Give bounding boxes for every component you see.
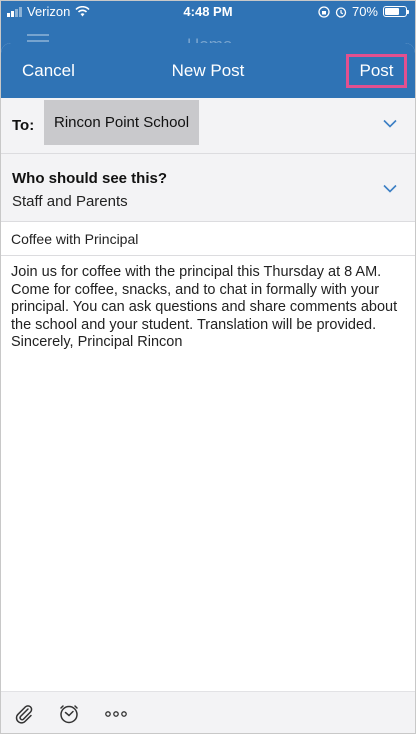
audience-row[interactable]: Who should see this? Staff and Parents (1, 154, 415, 222)
audience-value: Staff and Parents (12, 193, 128, 210)
chevron-down-icon[interactable] (383, 119, 397, 128)
recipient-row[interactable]: To: Rincon Point School (1, 98, 415, 154)
recipient-name: Rincon Point School (54, 114, 190, 131)
audience-question: Who should see this? (12, 170, 168, 187)
more-icon[interactable] (104, 703, 128, 725)
subject-field[interactable]: Coffee with Principal (1, 222, 415, 256)
recipient-chip[interactable]: Rincon Point School (44, 100, 199, 145)
cancel-button[interactable]: Cancel (22, 61, 75, 81)
to-label: To: (12, 117, 35, 134)
new-post-sheet: Cancel New Post Post To: Rincon Point Sc… (1, 43, 415, 733)
post-button-label: Post (359, 61, 394, 80)
battery-icon (383, 6, 409, 17)
orientation-lock-icon (318, 5, 330, 18)
compose-toolbar (1, 691, 415, 733)
paperclip-icon[interactable] (13, 703, 35, 725)
navigation-bar: Cancel New Post Post (1, 43, 415, 98)
clock-icon[interactable] (58, 703, 80, 725)
battery-percent: 70% (351, 4, 378, 19)
status-right: 70% (318, 4, 409, 19)
menu-icon (27, 40, 49, 42)
message-body-field[interactable]: Join us for coffee with the principal th… (1, 256, 415, 726)
phone-screen: Verizon 4:48 PM 70% Home (0, 0, 416, 734)
alarm-icon (335, 6, 347, 18)
post-button[interactable]: Post (346, 54, 407, 88)
status-bar: Verizon 4:48 PM 70% (1, 1, 415, 23)
chevron-down-icon[interactable] (383, 184, 397, 193)
